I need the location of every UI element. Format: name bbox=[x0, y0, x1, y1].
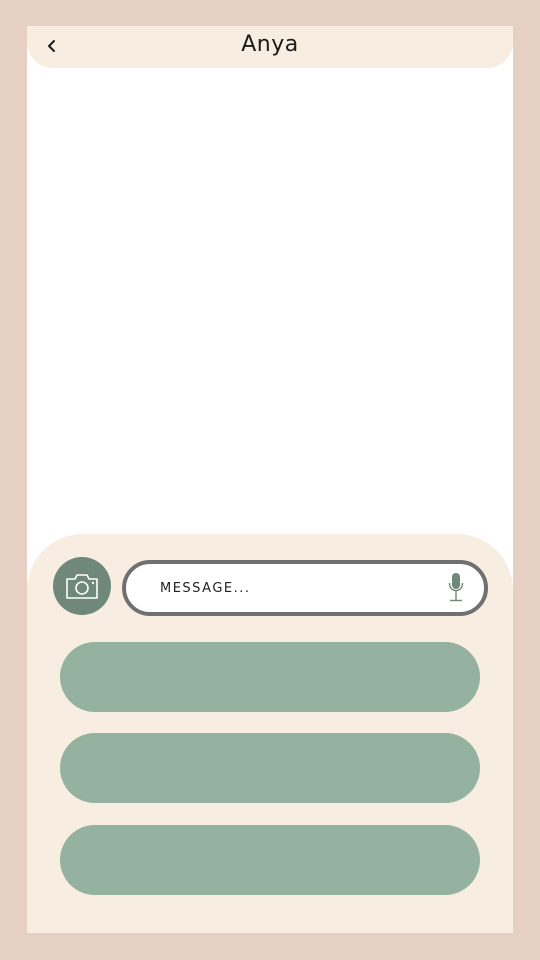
microphone-button[interactable] bbox=[446, 570, 466, 606]
chat-header: Anya bbox=[27, 26, 513, 68]
quick-reply-1[interactable] bbox=[60, 642, 480, 712]
message-field[interactable] bbox=[122, 560, 488, 616]
composer-panel bbox=[27, 534, 513, 933]
microphone-icon bbox=[448, 573, 464, 602]
quick-reply-2[interactable] bbox=[60, 733, 480, 803]
camera-icon bbox=[66, 574, 98, 599]
chat-screen: Anya bbox=[27, 26, 513, 933]
contact-name: Anya bbox=[241, 32, 299, 57]
message-input[interactable] bbox=[160, 576, 430, 600]
message-list[interactable] bbox=[27, 68, 513, 534]
quick-reply-3[interactable] bbox=[60, 825, 480, 895]
camera-button[interactable] bbox=[53, 557, 111, 615]
